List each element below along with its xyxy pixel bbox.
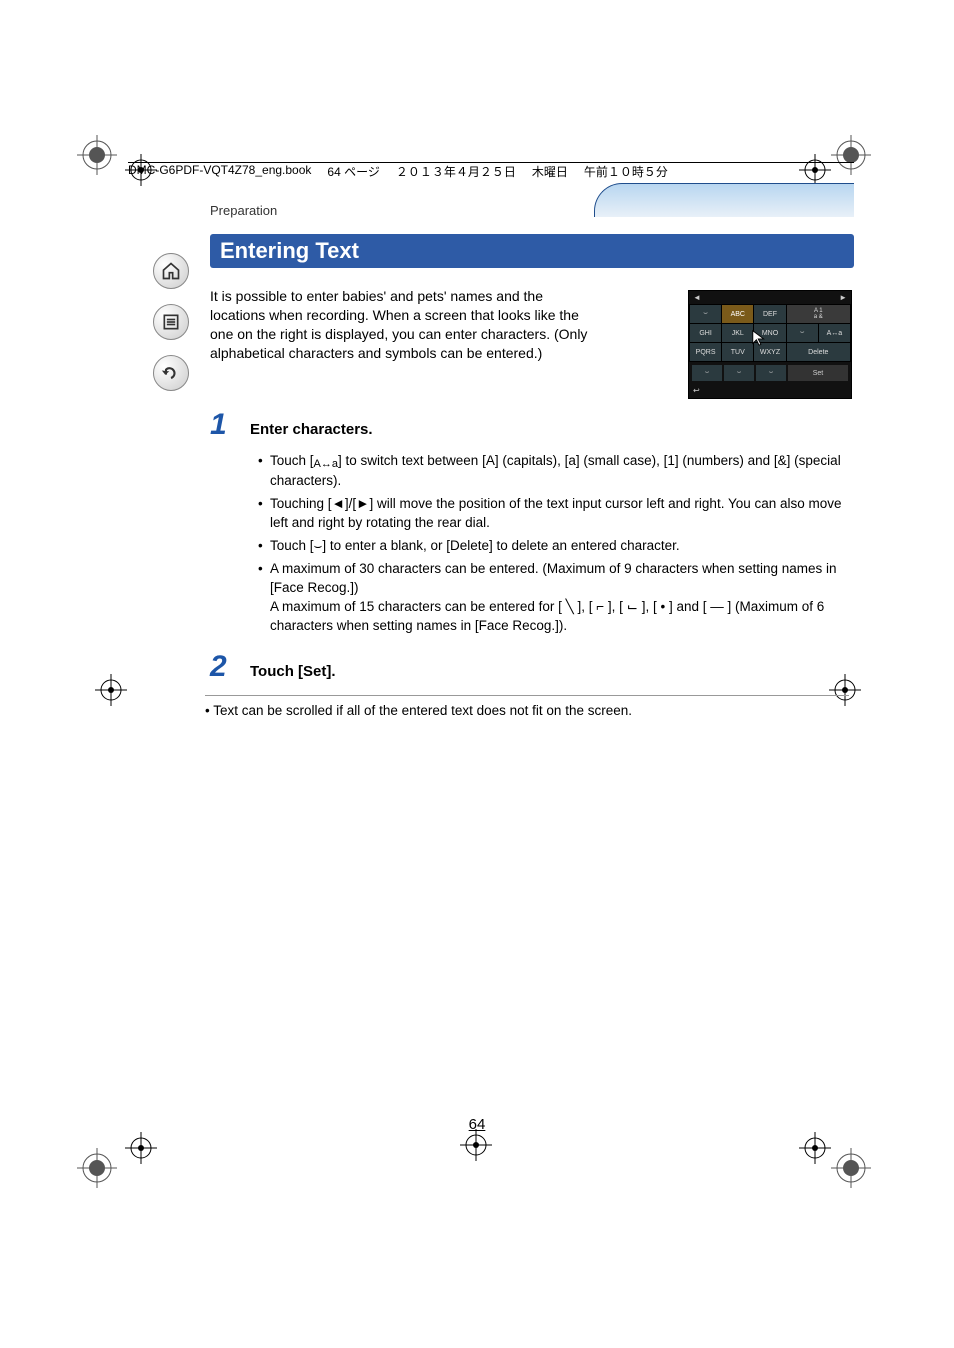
note-separator [205,695,849,696]
crop-mark-icon [460,1129,492,1161]
back-button[interactable] [153,355,189,391]
bullet-caseswitch: Touch [A↔a] to switch text between [A] (… [258,452,849,491]
bullet-cursor: Touching [◄]/[►] will move the position … [258,495,849,533]
crop-mark-icon [77,1148,117,1188]
step-1-title: Enter characters. [250,421,373,438]
key-set: Set [788,365,848,381]
key-jkl: JKL [722,324,753,342]
key-space: ⌣ [787,324,818,342]
page-title: Entering Text [210,234,854,268]
crop-mark-icon [125,1132,157,1164]
step-2-number: 2 [210,650,232,684]
step-2-heading: 2 Touch [Set]. [210,650,849,684]
header-accent [594,183,854,217]
section-label: Preparation [210,203,277,218]
toc-icon [161,312,181,332]
key-pqrs: PQRS [690,343,721,361]
cursor-right-icon: ► [839,293,847,302]
bullet-max-chars: A maximum of 30 characters can be entere… [258,560,849,636]
key-abc: ABC [722,305,753,323]
toc-button[interactable] [153,304,189,340]
side-nav [153,253,189,391]
key-def: DEF [754,305,785,323]
caseswitch-icon: A↔a [314,457,338,472]
crop-mark-icon [831,1148,871,1188]
print-date: ２０１３年４月２５日 [396,163,516,180]
key-bottom-3: ⌣ [756,365,786,381]
home-icon [161,261,181,281]
print-weekday: 木曜日 [532,163,568,180]
key-mode-indicator: A 1 a & [787,305,850,323]
back-icon [161,363,181,383]
bullet-blank-delete: Touch [⌣] to enter a blank, or [Delete] … [258,537,849,556]
cursor-icon [751,329,769,347]
crop-mark-icon [799,1132,831,1164]
cursor-left-icon: ◄ [693,293,701,302]
step-2-title: Touch [Set]. [250,663,336,680]
crop-mark-icon [77,135,117,175]
home-button[interactable] [153,253,189,289]
print-header: DMC-G6PDF-VQT4Z78_eng.book 64 ページ ２０１３年４… [128,163,854,180]
key-blank: ⌣ [690,305,721,323]
step-1-heading: 1 Enter characters. [210,408,849,442]
key-ghi: GHI [690,324,721,342]
step-1-bullets: Touch [A↔a] to switch text between [A] (… [258,452,849,636]
key-caseswitch: A↔a [819,324,850,342]
key-tuv: TUV [722,343,753,361]
keypad-screenshot: ◄ ► ⌣ ABC DEF A 1 a & GHI JKL MNO ⌣ A↔a … [688,290,852,399]
key-bottom-1: ⌣ [692,365,722,381]
print-time: 午前１０時５分 [584,163,668,180]
step-1-number: 1 [210,408,232,442]
key-bottom-2: ⌣ [724,365,754,381]
intro-text: It is possible to enter babies' and pets… [210,287,590,363]
crop-mark-icon [95,674,127,706]
print-filename: DMC-G6PDF-VQT4Z78_eng.book [128,163,311,180]
page-number: 64 [0,1116,954,1133]
note-text: • Text can be scrolled if all of the ent… [205,703,849,718]
key-delete: Delete [787,343,850,361]
print-pageinfo: 64 ページ [327,163,379,180]
key-return: ↩ [689,384,851,398]
